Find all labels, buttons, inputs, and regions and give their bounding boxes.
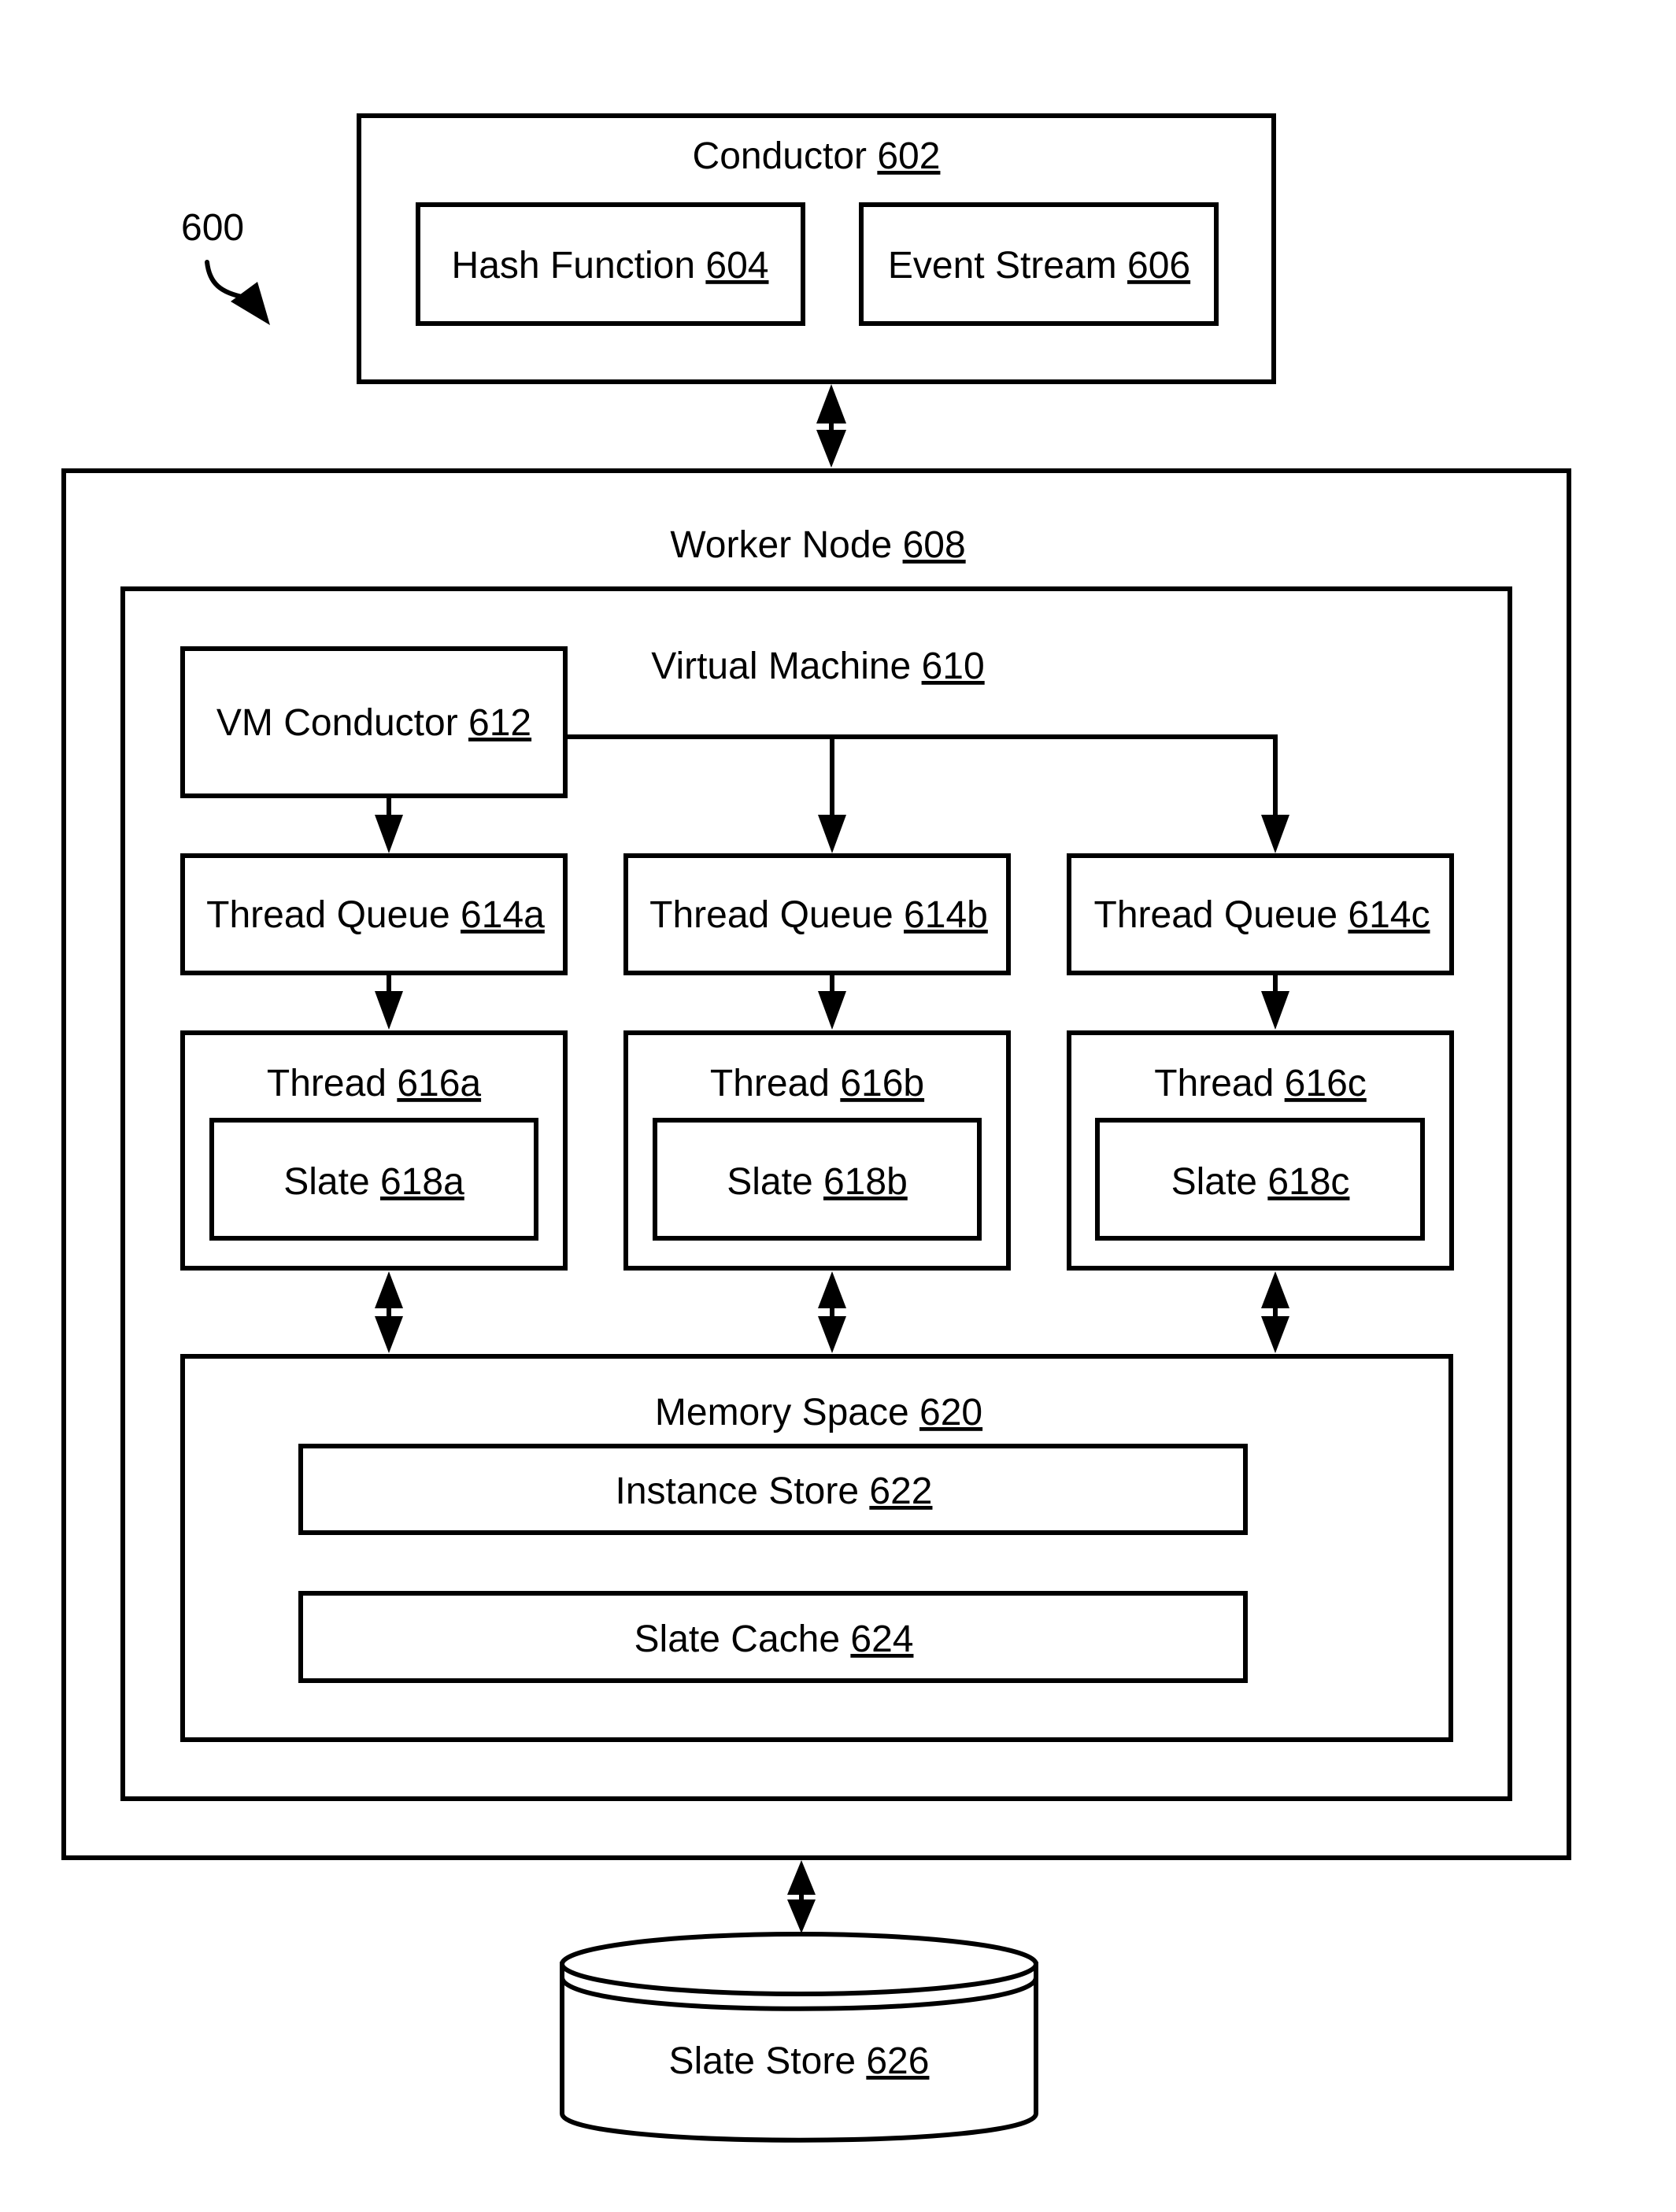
thread-a-label: Thread 616a: [267, 1063, 482, 1104]
thread-queue-c-label: Thread Queue 614c: [1094, 894, 1430, 936]
instance-store-box[interactable]: Instance Store 622: [298, 1444, 1248, 1535]
architecture-diagram: 600 Conductor 602 Hash Function 604 Even…: [61, 113, 1571, 2143]
slate-cache-label: Slate Cache 624: [635, 1618, 914, 1660]
hash-function-box[interactable]: Hash Function 604: [416, 202, 805, 326]
memory-space-label: Memory Space 620: [655, 1392, 982, 1433]
event-stream-box[interactable]: Event Stream 606: [859, 202, 1219, 326]
figure-pointer-arrow-icon: [205, 260, 270, 325]
vm-conductor-box[interactable]: VM Conductor 612: [180, 646, 568, 798]
thread-c-label: Thread 616c: [1154, 1063, 1367, 1104]
worker-node-label: Worker Node 608: [670, 524, 965, 566]
slate-store-label: Slate Store 626: [669, 2040, 930, 2082]
thread-queue-a-box[interactable]: Thread Queue 614a: [180, 853, 568, 975]
thread-queue-c-box[interactable]: Thread Queue 614c: [1067, 853, 1454, 975]
figure-reference-label: 600: [181, 207, 244, 249]
thread-b-label: Thread 616b: [710, 1063, 924, 1104]
instance-store-label: Instance Store 622: [616, 1470, 933, 1512]
hash-function-label: Hash Function 604: [452, 245, 769, 287]
slate-c-box[interactable]: Slate 618c: [1095, 1118, 1425, 1241]
conductor-worker-double-arrow-icon: [816, 384, 846, 468]
worker-slate-store-double-arrow-icon: [787, 1860, 816, 1933]
vm-conductor-label: VM Conductor 612: [216, 702, 531, 744]
virtual-machine-label: Virtual Machine 610: [651, 645, 984, 687]
slate-c-label: Slate 618c: [1171, 1161, 1350, 1203]
slate-a-box[interactable]: Slate 618a: [209, 1118, 538, 1241]
event-stream-label: Event Stream 606: [888, 245, 1190, 287]
slate-b-label: Slate 618b: [727, 1161, 908, 1203]
thread-queue-a-label: Thread Queue 614a: [206, 894, 545, 936]
thread-queue-b-label: Thread Queue 614b: [649, 894, 988, 936]
conductor-label: Conductor 602: [693, 135, 941, 177]
slate-b-box[interactable]: Slate 618b: [653, 1118, 982, 1241]
slate-cache-box[interactable]: Slate Cache 624: [298, 1591, 1248, 1683]
slate-a-label: Slate 618a: [283, 1161, 464, 1203]
thread-queue-b-box[interactable]: Thread Queue 614b: [623, 853, 1011, 975]
slate-store-cylinder[interactable]: Slate Store 626: [560, 1932, 1038, 2143]
